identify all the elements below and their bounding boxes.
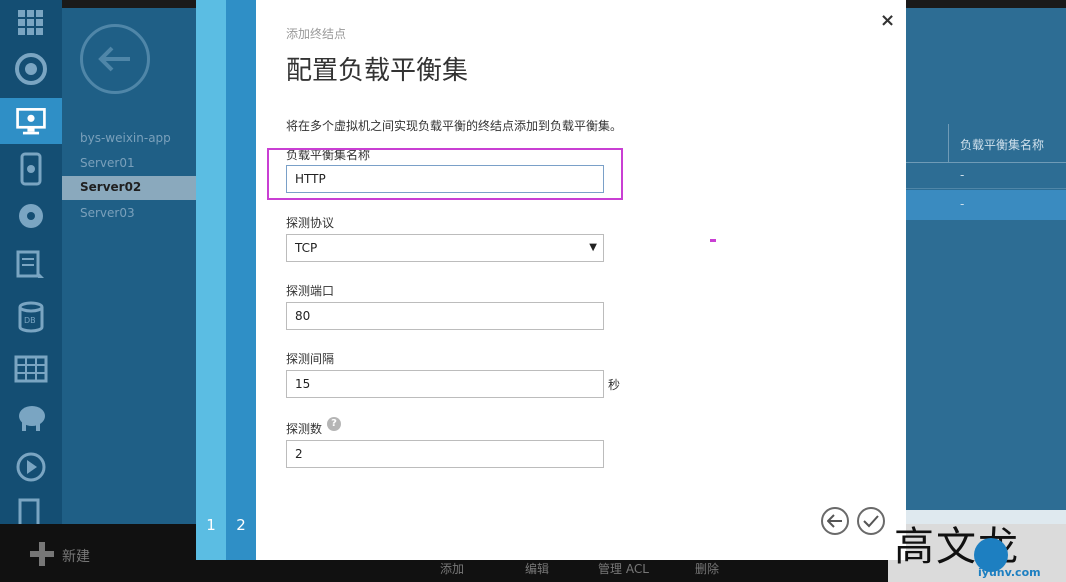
dropdown-arrow-icon: ▼ [589, 242, 597, 253]
table-cell: - [960, 197, 965, 211]
probe-count-input[interactable]: 2 [286, 440, 604, 468]
dialog-subtitle: 添加终结点 [286, 27, 347, 41]
cloud-services-icon[interactable] [12, 197, 50, 235]
probe-interval-label: 探测间隔 [286, 352, 335, 366]
probe-protocol-label: 探测协议 [286, 216, 335, 230]
subnav-item-server02: Server02 [80, 180, 142, 194]
step-2-number: 2 [236, 516, 246, 534]
subnav-selected-row[interactable]: Server02 [62, 176, 196, 200]
wizard-step-2[interactable]: 2 [226, 0, 256, 560]
left-nav: DB [0, 0, 62, 528]
hdinsight-elephant-icon[interactable] [12, 398, 50, 436]
highlight-box [267, 148, 623, 200]
probe-port-input[interactable]: 80 [286, 302, 604, 330]
probe-count-label: 探测数 [286, 422, 323, 436]
dialog-title: 配置负载平衡集 [286, 56, 469, 86]
annotation-mark [710, 239, 716, 242]
dialog-description: 将在多个虚拟机之间实现负载平衡的终结点添加到负载平衡集。 [286, 119, 623, 133]
grid-icon[interactable] [12, 4, 50, 42]
table-row-selected[interactable]: - [906, 190, 1066, 220]
add-endpoint-dialog: × 添加终结点 配置负载平衡集 将在多个虚拟机之间实现负载平衡的终结点添加到负载… [256, 0, 906, 560]
probe-port-label: 探测端口 [286, 284, 335, 298]
mobile-services-icon[interactable] [12, 150, 50, 188]
subnav-item-server01[interactable]: Server01 [80, 156, 135, 170]
svg-text:DB: DB [24, 316, 36, 325]
add-button[interactable]: 添加 [440, 560, 464, 577]
probe-protocol-value: TCP [295, 241, 318, 255]
watermark: 高文龙 iyunv.com [888, 510, 1066, 582]
step-1-number: 1 [206, 516, 216, 534]
sub-navigation: bys-weixin-app Server01 Server02 Server0… [62, 8, 196, 524]
endpoint-list-pane: 负载平衡集名称 - - [906, 8, 1066, 524]
sql-reporting-icon[interactable] [12, 246, 50, 284]
plus-icon[interactable] [30, 542, 54, 566]
previous-arrow-icon[interactable] [821, 507, 849, 535]
new-button[interactable]: 新建 [62, 546, 90, 566]
delete-button[interactable]: 删除 [695, 560, 719, 577]
watermark-site: iyunv.com [978, 566, 1041, 579]
storage-table-icon[interactable] [12, 350, 50, 388]
manage-acl-button[interactable]: 管理 ACL [598, 560, 649, 577]
table-cell: - [960, 168, 965, 182]
lb-set-name-column-header[interactable]: 负载平衡集名称 [960, 136, 1044, 153]
web-sites-icon[interactable] [12, 50, 50, 88]
complete-check-icon[interactable] [857, 507, 885, 535]
probe-interval-input[interactable]: 15 [286, 370, 604, 398]
help-icon[interactable]: ? [327, 417, 341, 431]
wizard-step-1[interactable]: 1 [196, 0, 226, 560]
close-icon[interactable]: × [880, 10, 895, 31]
column-header-row: 负载平衡集名称 [906, 124, 1066, 163]
back-arrow-icon[interactable] [80, 24, 150, 94]
edit-button[interactable]: 编辑 [525, 560, 549, 577]
subnav-item-server03[interactable]: Server03 [80, 206, 135, 220]
probe-protocol-select[interactable]: TCP ▼ [286, 234, 604, 262]
virtual-machines-icon[interactable] [0, 98, 62, 144]
media-services-icon[interactable] [12, 448, 50, 486]
probe-interval-unit: 秒 [608, 378, 621, 392]
sql-database-icon[interactable]: DB [12, 298, 50, 336]
table-row[interactable]: - [906, 164, 1066, 189]
subnav-item-bys-weixin-app[interactable]: bys-weixin-app [80, 131, 171, 145]
